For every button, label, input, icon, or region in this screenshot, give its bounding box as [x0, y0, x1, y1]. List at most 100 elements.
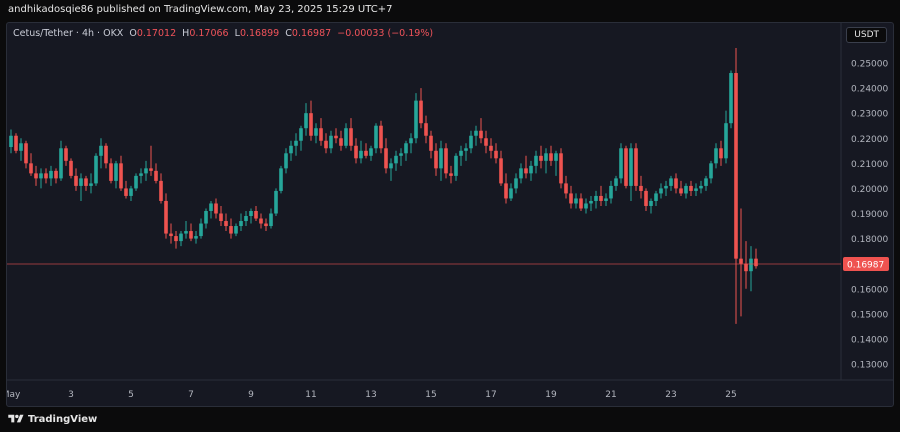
candle-body: [274, 190, 278, 214]
candle-body: [669, 178, 673, 186]
price-tick-label: 0.14000: [851, 335, 888, 345]
candle-body: [639, 185, 643, 191]
candle-body: [474, 130, 478, 136]
candle-body: [389, 163, 393, 169]
candle-body: [164, 200, 168, 234]
close-value: 0.16987: [291, 28, 332, 39]
candle-body: [584, 203, 588, 209]
candle-body: [729, 73, 733, 124]
candle-body: [724, 123, 728, 159]
candle-body: [29, 163, 33, 174]
candle-body: [194, 236, 198, 239]
candle-body: [714, 148, 718, 164]
time-tick-label: 21: [605, 390, 616, 400]
price-tick-label: 0.18000: [851, 235, 888, 245]
grid-layer: [7, 23, 893, 381]
candle-body: [704, 178, 708, 186]
time-tick-label: 19: [545, 390, 557, 400]
candle-body: [64, 148, 68, 161]
candlestick-chart[interactable]: 0.25000 0.24000 0.23000 0.22000 0.21000 0.200…: [7, 23, 893, 406]
candle-body: [299, 128, 303, 141]
candle-body: [334, 135, 338, 139]
candle-body: [479, 130, 483, 139]
candle-body: [644, 190, 648, 206]
candle-body: [329, 135, 333, 149]
publish-header: andhikadosqie86 published on TradingView…: [0, 0, 900, 22]
candle-body: [574, 198, 578, 204]
candle-body: [314, 128, 318, 136]
candle-body: [239, 221, 243, 227]
candle-body: [629, 148, 633, 186]
candle-body: [59, 148, 63, 179]
candle-body: [719, 148, 723, 159]
candle-body: [664, 185, 668, 189]
candle-body: [34, 173, 38, 179]
candle-body: [259, 218, 263, 224]
candle-body: [419, 100, 423, 124]
candle-body: [379, 125, 383, 149]
candle-body: [549, 153, 553, 161]
time-tick-label: May: [7, 390, 21, 400]
candle-body: [109, 163, 113, 181]
candle-body: [369, 148, 373, 156]
candle-body: [424, 123, 428, 136]
tradingview-logo[interactable]: TradingView: [8, 413, 97, 425]
candle-body: [24, 143, 28, 164]
candle-body: [544, 153, 548, 161]
candle-body: [119, 163, 123, 189]
footer: TradingView: [0, 406, 900, 432]
high-value: 0.17066: [189, 28, 229, 39]
candle-body: [169, 233, 173, 237]
candle-body: [414, 100, 418, 139]
candles-layer: [7, 47, 841, 324]
candle-body: [539, 155, 543, 161]
change-value: −0.00033 (−0.19%): [337, 28, 434, 39]
candle-body: [449, 173, 453, 176]
candle-body: [9, 135, 13, 148]
time-tick-label: 25: [725, 390, 736, 400]
currency-button[interactable]: USDT: [846, 27, 887, 43]
price-tick-label: 0.21000: [851, 160, 888, 170]
time-tick-label: 23: [665, 390, 676, 400]
candle-body: [69, 160, 73, 176]
candle-body: [409, 138, 413, 144]
candle-body: [149, 168, 153, 171]
candle-body: [619, 148, 623, 179]
candle-body: [649, 200, 653, 206]
time-tick-label: 17: [485, 390, 496, 400]
candle-body: [554, 153, 558, 161]
time-tick-label: 9: [248, 390, 254, 400]
candle-body: [514, 178, 518, 189]
candle-body: [469, 135, 473, 149]
candle-body: [219, 213, 223, 222]
time-tick-label: 3: [68, 390, 74, 400]
candle-body: [594, 195, 598, 201]
candle-body: [99, 145, 103, 156]
candle-body: [399, 153, 403, 156]
candle-body: [444, 148, 448, 174]
chart-panel[interactable]: 0.25000 0.24000 0.23000 0.22000 0.21000 0.200…: [6, 22, 894, 407]
candle-body: [94, 155, 98, 184]
open-value: 0.17012: [136, 28, 177, 39]
open-label: O: [129, 28, 137, 39]
candle-body: [204, 210, 208, 224]
price-tick-label: 0.23000: [851, 110, 888, 120]
symbol-label: Cetus/Tether · 4h · OKX: [13, 28, 124, 39]
candle-body: [614, 178, 618, 186]
candle-body: [534, 155, 538, 166]
candle-body: [694, 188, 698, 191]
candle-body: [509, 188, 513, 199]
candle-body: [234, 226, 238, 234]
candle-body: [39, 173, 43, 179]
candle-body: [54, 170, 58, 179]
candle-body: [634, 148, 638, 186]
price-tick-label: 0.15000: [851, 310, 888, 320]
candle-body: [384, 148, 388, 169]
candle-body: [374, 125, 378, 149]
candle-body: [754, 258, 758, 267]
candle-body: [699, 185, 703, 189]
candle-body: [319, 128, 323, 141]
candle-body: [139, 173, 143, 176]
candle-body: [269, 213, 273, 227]
candle-body: [394, 155, 398, 164]
